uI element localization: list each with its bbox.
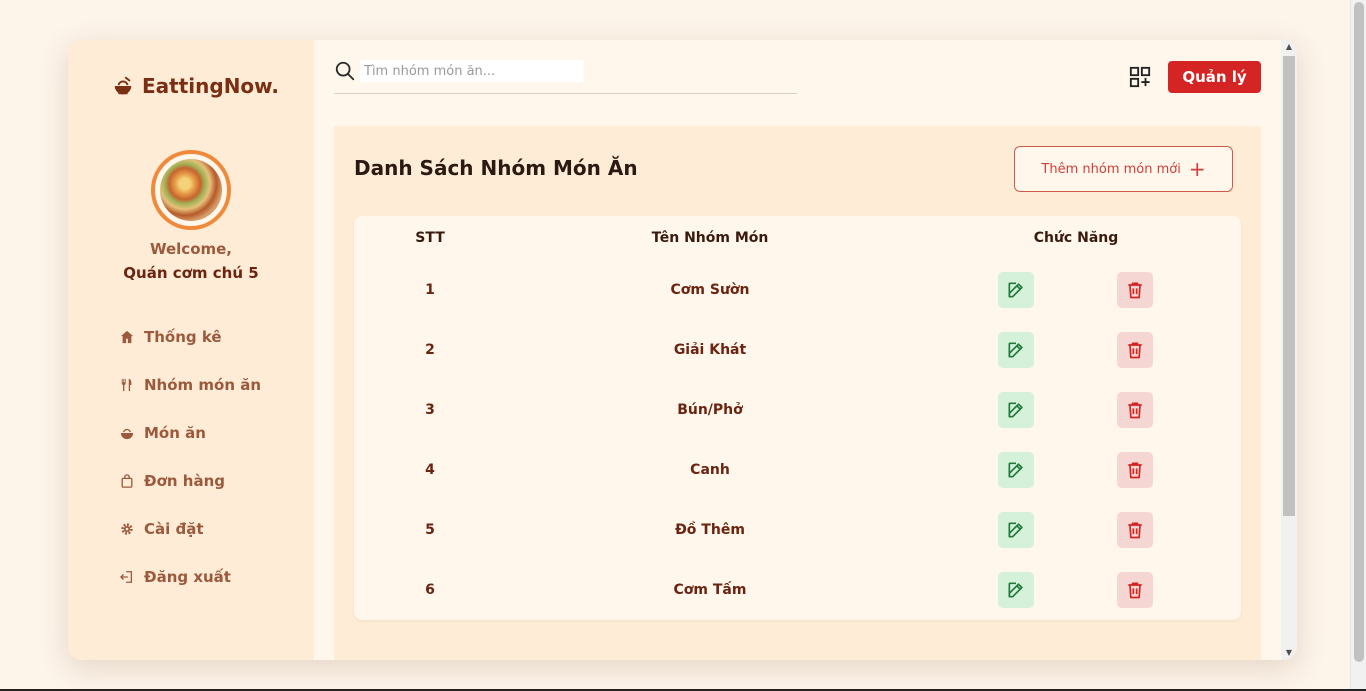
gear-icon (121, 523, 133, 535)
food-bowl-logo-icon (114, 76, 132, 95)
shop-name: Quán cơm chú 5 (123, 264, 259, 282)
edit-button[interactable] (998, 572, 1034, 608)
delete-button[interactable] (1117, 332, 1153, 368)
grid-add-icon[interactable] (1129, 66, 1151, 88)
row-name: Cơm Tấm (673, 582, 747, 598)
row-stt: 2 (425, 342, 435, 358)
trash-icon (1128, 402, 1142, 419)
trash-icon (1128, 282, 1142, 299)
sidebar-item-settings[interactable]: Cài đặt (120, 505, 261, 553)
table-row: 6 Cơm Tấm (354, 560, 1241, 620)
edit-button[interactable] (998, 392, 1034, 428)
row-name: Cơm Sườn (670, 282, 750, 298)
edit-button[interactable] (998, 512, 1034, 548)
sidebar-item-food-groups[interactable]: Nhóm món ăn (120, 361, 261, 409)
content-panel: Danh Sách Nhóm Món Ăn Thêm nhóm món mới … (334, 126, 1261, 660)
search-bar (334, 58, 797, 94)
search-input[interactable] (360, 60, 584, 82)
edit-icon (1008, 282, 1023, 298)
scroll-up-arrow-icon[interactable]: ▲ (1284, 42, 1294, 52)
avatar-image (160, 159, 222, 221)
trash-icon (1128, 522, 1142, 539)
row-stt: 5 (425, 522, 435, 538)
edit-icon (1008, 402, 1023, 418)
sidebar-item-label: Thống kê (144, 328, 222, 346)
row-name: Canh (690, 462, 730, 478)
edit-button[interactable] (998, 332, 1034, 368)
table-header: STT Tên Nhóm Món Chức Năng (354, 216, 1241, 260)
row-name: Bún/Phở (677, 402, 743, 418)
edit-icon (1008, 342, 1023, 358)
manage-button[interactable]: Quản lý (1168, 61, 1261, 93)
row-stt: 4 (425, 462, 435, 478)
shopping-bag-icon (121, 474, 133, 488)
page-scrollbar-thumb[interactable] (1354, 2, 1364, 662)
edit-icon (1008, 582, 1023, 598)
add-food-group-label: Thêm nhóm món mới (1041, 161, 1181, 177)
plus-icon: + (1188, 157, 1206, 181)
page-scrollbar[interactable] (1350, 0, 1366, 691)
sidebar-item-label: Món ăn (144, 424, 206, 442)
column-header-stt: STT (415, 230, 445, 246)
utensils-icon (121, 378, 132, 392)
table-row: 3 Bún/Phở (354, 380, 1241, 440)
sidebar-item-label: Cài đặt (144, 520, 204, 538)
brand-name: EattingNow. (142, 74, 279, 98)
trash-icon (1128, 342, 1142, 359)
delete-button[interactable] (1117, 512, 1153, 548)
delete-button[interactable] (1117, 452, 1153, 488)
sidebar-item-label: Nhóm món ăn (144, 376, 262, 394)
edit-icon (1008, 522, 1023, 538)
sidebar: EattingNow. Welcome, Quán cơm chú 5 Thốn… (68, 40, 314, 660)
column-header-actions: Chức Năng (1033, 230, 1119, 246)
row-stt: 3 (425, 402, 435, 418)
trash-icon (1128, 462, 1142, 479)
table-row: 5 Đồ Thêm (354, 500, 1241, 560)
logout-icon (120, 571, 133, 583)
food-group-table: STT Tên Nhóm Món Chức Năng 1 Cơm Sườn 2 … (354, 216, 1241, 620)
sidebar-nav: Thống kê Nhóm món ăn Món ăn Đơn hàng Cài… (120, 313, 261, 601)
sidebar-item-logout[interactable]: Đăng xuất (120, 553, 261, 601)
food-bowl-icon (120, 428, 134, 440)
delete-button[interactable] (1117, 272, 1153, 308)
row-stt: 6 (425, 582, 435, 598)
scroll-down-arrow-icon[interactable]: ▼ (1284, 648, 1294, 658)
home-icon (120, 330, 134, 344)
inner-scrollbar-thumb[interactable] (1283, 56, 1295, 516)
main-panel: Quản lý Danh Sách Nhóm Món Ăn Thêm nhóm … (314, 40, 1297, 660)
table-row: 1 Cơm Sườn (354, 260, 1241, 320)
edit-button[interactable] (998, 452, 1034, 488)
row-stt: 1 (425, 282, 435, 298)
sidebar-item-label: Đơn hàng (144, 472, 225, 490)
column-header-name: Tên Nhóm Món (651, 230, 769, 246)
welcome-text: Welcome, (149, 240, 233, 258)
sidebar-item-label: Đăng xuất (144, 568, 231, 586)
avatar[interactable] (151, 150, 231, 230)
row-name: Giải Khát (673, 342, 747, 358)
edit-icon (1008, 462, 1023, 478)
table-row: 4 Canh (354, 440, 1241, 500)
add-food-group-button[interactable]: Thêm nhóm món mới + (1014, 146, 1233, 192)
search-icon[interactable] (334, 60, 356, 82)
sidebar-item-statistics[interactable]: Thống kê (120, 313, 261, 361)
inner-scrollbar[interactable]: ▲ ▼ (1281, 40, 1297, 660)
delete-button[interactable] (1117, 572, 1153, 608)
row-name: Đồ Thêm (675, 522, 745, 538)
sidebar-item-dishes[interactable]: Món ăn (120, 409, 261, 457)
sidebar-item-orders[interactable]: Đơn hàng (120, 457, 261, 505)
trash-icon (1128, 582, 1142, 599)
table-row: 2 Giải Khát (354, 320, 1241, 380)
page-title: Danh Sách Nhóm Món Ăn (354, 156, 638, 180)
app-window: EattingNow. Welcome, Quán cơm chú 5 Thốn… (68, 40, 1297, 660)
delete-button[interactable] (1117, 392, 1153, 428)
edit-button[interactable] (998, 272, 1034, 308)
brand-logo[interactable]: EattingNow. (112, 74, 279, 98)
